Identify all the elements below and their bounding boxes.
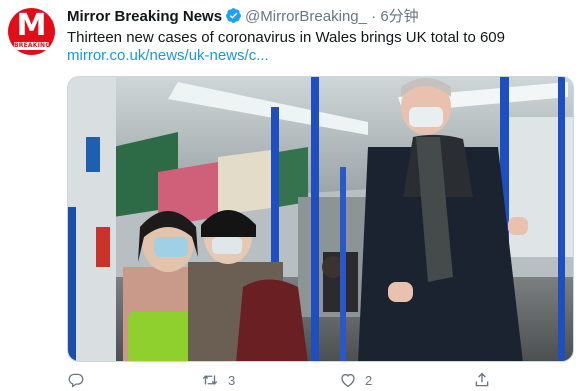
- heart-icon: [339, 371, 357, 389]
- share-icon: [473, 371, 491, 389]
- avatar-letter: M: [16, 8, 47, 43]
- separator-dot: ·: [371, 8, 377, 25]
- author-name[interactable]: Mirror Breaking News: [67, 8, 222, 25]
- tweet-text: Thirteen new cases of coronavirus in Wal…: [67, 29, 505, 46]
- tweet-actions: 3 2: [67, 370, 497, 390]
- retweet-count: 3: [228, 372, 236, 388]
- like-count: 2: [365, 372, 373, 388]
- like-button[interactable]: 2: [339, 370, 372, 390]
- reply-button[interactable]: [67, 370, 93, 390]
- retweet-button[interactable]: 3: [200, 370, 235, 390]
- tweet-photo[interactable]: [67, 76, 574, 362]
- verified-badge-icon: [225, 7, 242, 30]
- tweet-time[interactable]: 6分钟: [380, 8, 418, 25]
- author-handle[interactable]: @MirrorBreaking_: [245, 8, 367, 25]
- share-button[interactable]: [473, 370, 499, 390]
- article-link[interactable]: mirror.co.uk/news/uk-news/c...: [67, 46, 269, 66]
- reply-icon: [67, 371, 85, 389]
- avatar-banner: BREAKING: [14, 42, 51, 50]
- avatar[interactable]: M BREAKING: [8, 8, 55, 55]
- tweet-header: Mirror Breaking News @MirrorBreaking_ · 6…: [67, 7, 419, 30]
- retweet-icon: [200, 371, 220, 389]
